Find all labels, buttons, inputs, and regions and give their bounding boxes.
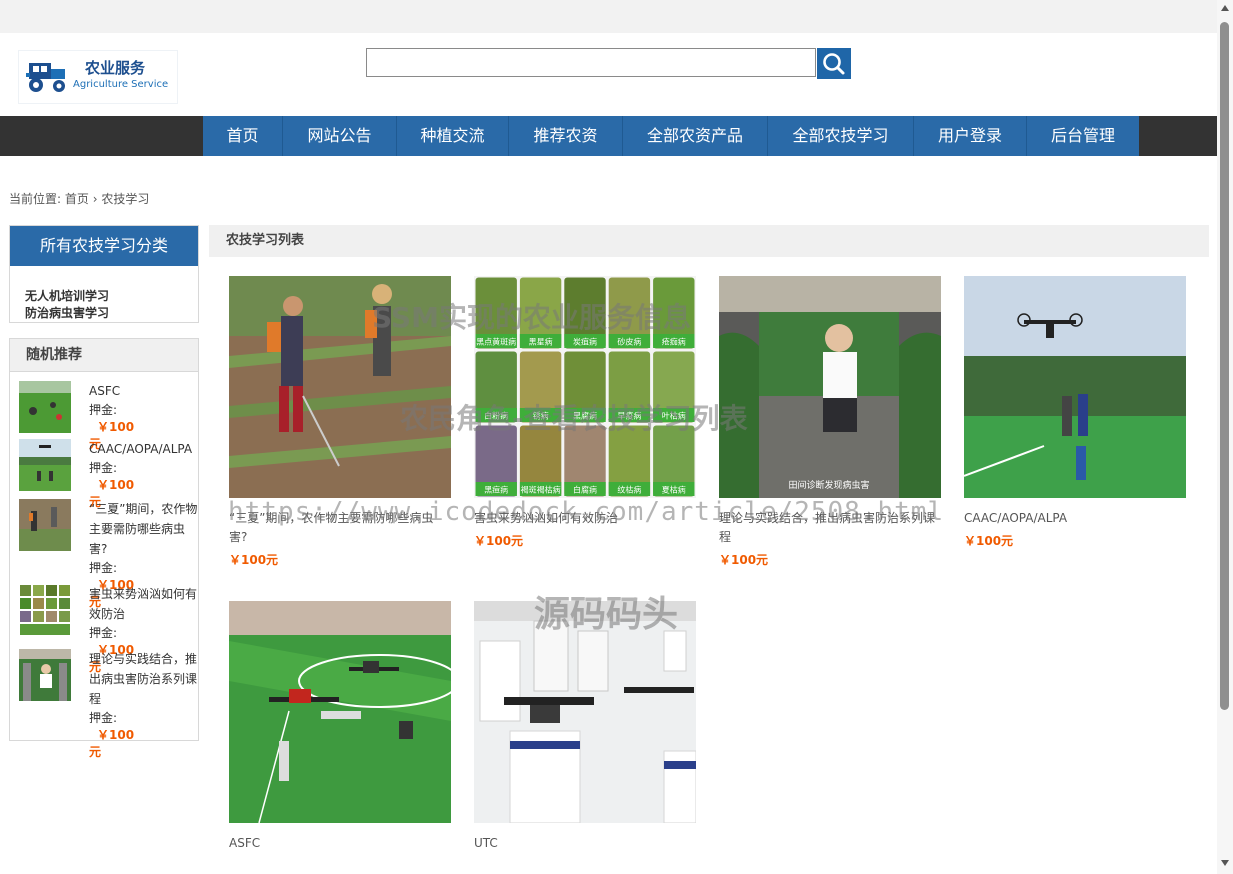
- category-item-drone[interactable]: 无人机培训学习: [10, 288, 198, 305]
- rec-title-3: “三夏”期间，农作物主要需防哪些病虫害?: [89, 502, 198, 556]
- site-header: 农业服务 Agriculture Service: [0, 33, 1217, 116]
- card-price: ￥100元: [719, 553, 769, 567]
- photo-caption: 田间诊断发现病虫害: [788, 479, 869, 491]
- rec-title-1: ASFC: [89, 384, 121, 398]
- recommend-panel: 随机推荐 ASFC 押金:￥100元 CAAC/AOPA/ALPA 押金:￥10…: [9, 338, 199, 759]
- nav-all-learning[interactable]: 全部农技学习: [768, 116, 914, 156]
- nav-recommended-supplies[interactable]: 推荐农资: [509, 116, 623, 156]
- rec-thumb-2: [19, 439, 71, 491]
- rec-thumb-4: [19, 584, 71, 636]
- scroll-down-icon[interactable]: [1221, 860, 1229, 866]
- card-price: ￥100元: [964, 534, 1014, 548]
- pest-grid-label: 纹枯病: [617, 485, 641, 495]
- pest-grid-label: 白腐病: [573, 485, 597, 495]
- browser-top-strip: [0, 0, 1217, 33]
- nav-announcements[interactable]: 网站公告: [283, 116, 397, 156]
- nav-planting-exchange[interactable]: 种植交流: [397, 116, 509, 156]
- pest-grid-label: 夏枯病: [662, 485, 686, 495]
- chevron-right-icon: ›: [92, 192, 98, 206]
- rec-title-5: 理论与实践结合，推出病虫害防治系列课程: [89, 652, 198, 706]
- breadcrumb-current: 农技学习: [101, 192, 150, 206]
- logo-title: 农业服务: [85, 59, 146, 77]
- rec-thumb-3: [19, 499, 71, 551]
- search-button[interactable]: [817, 48, 851, 79]
- scrollbar-thumb[interactable]: [1220, 22, 1229, 710]
- learning-card[interactable]: UTC: [474, 601, 696, 853]
- pest-grid-label: 砂皮病: [617, 337, 641, 347]
- breadcrumb-home[interactable]: 首页: [65, 192, 89, 206]
- search-input[interactable]: [366, 48, 816, 77]
- rec-title-4: 害虫来势汹汹如何有效防治: [89, 587, 198, 621]
- pest-grid-label: 黑痘病: [484, 485, 508, 495]
- pest-grid-label: 炭疽病: [573, 337, 597, 347]
- nav-all-products[interactable]: 全部农资产品: [623, 116, 768, 156]
- nav-admin[interactable]: 后台管理: [1027, 116, 1139, 156]
- breadcrumb: 当前位置: 首页 › 农技学习: [9, 190, 149, 207]
- watermark-url: https://www.icodedock.com/article/2508.h…: [228, 497, 945, 527]
- card-title[interactable]: CAAC/AOPA/ALPA: [964, 509, 1186, 528]
- nav-user-login[interactable]: 用户登录: [914, 116, 1027, 156]
- rec-thumb-5: [19, 649, 71, 701]
- logo-subtitle: Agriculture Service: [73, 79, 169, 90]
- learning-card[interactable]: CAAC/AOPA/ALPA ￥100元: [964, 276, 1186, 549]
- card-price: ￥100元: [229, 553, 279, 567]
- scroll-up-icon[interactable]: [1221, 5, 1229, 11]
- tractor-icon: [26, 63, 65, 92]
- card-image-greenhouse: 田间诊断发现病虫害: [719, 276, 941, 498]
- main-nav: 首页 网站公告 种植交流 推荐农资 全部农资产品 全部农技学习 用户登录 后台管…: [0, 116, 1217, 156]
- category-panel: 所有农技学习分类 无人机培训学习 防治病虫害学习: [9, 225, 199, 323]
- nav-items: 首页 网站公告 种植交流 推荐农资 全部农资产品 全部农技学习 用户登录 后台管…: [203, 116, 1139, 156]
- nav-home[interactable]: 首页: [203, 116, 283, 156]
- search-icon: [823, 53, 845, 75]
- watermark-brand: 源码码头: [534, 594, 679, 635]
- category-title: 所有农技学习分类: [10, 226, 198, 266]
- rec-price-row-5: 押金:￥100元: [89, 711, 135, 759]
- category-item-pest[interactable]: 防治病虫害学习: [10, 305, 198, 322]
- watermark-line2: 农民角色-查看农技学习列表: [400, 402, 748, 435]
- watermark-line1: SSM实现的农业服务信息: [372, 301, 691, 334]
- pest-grid-label: 黑点黄斑病: [476, 337, 516, 347]
- rec-thumb-1: [19, 381, 71, 433]
- learning-card[interactable]: ASFC: [229, 601, 451, 853]
- learning-list-title: 农技学习列表: [209, 225, 1209, 257]
- recommend-title: 随机推荐: [10, 339, 198, 372]
- breadcrumb-prefix: 当前位置:: [9, 192, 62, 206]
- card-image-drones-turf: [229, 601, 451, 823]
- card-price: ￥100元: [474, 534, 524, 548]
- site-logo[interactable]: 农业服务 Agriculture Service: [18, 50, 178, 104]
- card-image-drone-field: [964, 276, 1186, 498]
- card-title[interactable]: ASFC: [229, 834, 451, 853]
- pest-grid-label: 褐斑褐枯病: [521, 485, 561, 495]
- pest-grid-label: 疮痂病: [662, 337, 686, 347]
- pest-grid-label: 黑星病: [529, 337, 553, 347]
- card-title[interactable]: UTC: [474, 834, 696, 853]
- rec-title-2: CAAC/AOPA/ALPA: [89, 442, 193, 456]
